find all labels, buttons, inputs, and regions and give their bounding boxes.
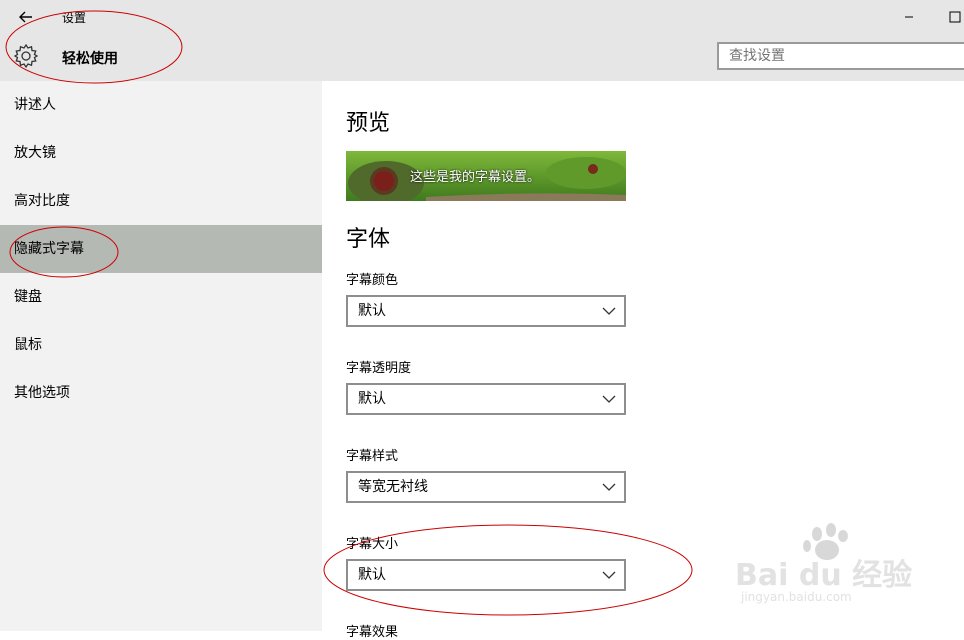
title-bar: 设置 bbox=[0, 0, 964, 34]
sidebar-item-mouse[interactable]: 鼠标 bbox=[0, 321, 322, 369]
chevron-down-icon bbox=[602, 395, 616, 403]
caption-transparency-label: 字幕透明度 bbox=[346, 361, 412, 376]
back-button[interactable] bbox=[14, 6, 38, 28]
caption-transparency-value: 默认 bbox=[358, 391, 386, 407]
minimize-icon bbox=[905, 16, 913, 18]
maximize-button[interactable] bbox=[942, 6, 964, 28]
sidebar-item-narrator[interactable]: 讲述人 bbox=[0, 81, 322, 129]
preview-caption-text: 这些是我的字幕设置。 bbox=[410, 170, 541, 185]
caption-style-label: 字幕样式 bbox=[346, 449, 399, 464]
arrow-left-icon bbox=[19, 11, 32, 23]
preview-heading: 预览 bbox=[346, 111, 391, 136]
sidebar: 讲述人 放大镜 高对比度 隐藏式字幕 键盘 鼠标 其他选项 bbox=[0, 81, 322, 631]
font-heading: 字体 bbox=[346, 227, 391, 252]
page-header: 轻松使用 bbox=[0, 34, 964, 81]
baidu-watermark: Bai du 经验 jingyan.baidu.com bbox=[735, 520, 915, 610]
minimize-button[interactable] bbox=[898, 6, 922, 28]
maximize-icon bbox=[949, 11, 961, 23]
caption-size-value: 默认 bbox=[358, 567, 386, 583]
caption-style-value: 等宽无衬线 bbox=[358, 479, 428, 495]
sidebar-item-other-options[interactable]: 其他选项 bbox=[0, 369, 322, 417]
caption-color-value: 默认 bbox=[358, 303, 386, 319]
chevron-down-icon bbox=[602, 571, 616, 579]
caption-color-label: 字幕颜色 bbox=[346, 273, 399, 288]
caption-size-dropdown[interactable]: 默认 bbox=[346, 559, 626, 591]
sidebar-item-magnifier[interactable]: 放大镜 bbox=[0, 129, 322, 177]
caption-transparency-dropdown[interactable]: 默认 bbox=[346, 383, 626, 415]
sidebar-item-closed-captions[interactable]: 隐藏式字幕 bbox=[0, 225, 322, 273]
watermark-url: jingyan.baidu.com bbox=[741, 590, 852, 604]
search-input[interactable] bbox=[717, 42, 964, 70]
caption-style-dropdown[interactable]: 等宽无衬线 bbox=[346, 471, 626, 503]
caption-color-dropdown[interactable]: 默认 bbox=[346, 295, 626, 327]
window-title: 设置 bbox=[62, 11, 87, 25]
sidebar-item-high-contrast[interactable]: 高对比度 bbox=[0, 177, 322, 225]
caption-preview-image: 这些是我的字幕设置。 bbox=[346, 151, 626, 201]
chevron-down-icon bbox=[602, 483, 616, 491]
chevron-down-icon bbox=[602, 307, 616, 315]
page-title: 轻松使用 bbox=[62, 51, 118, 67]
sidebar-item-keyboard[interactable]: 键盘 bbox=[0, 273, 322, 321]
watermark-brand: Bai du 经验 bbox=[735, 558, 913, 593]
caption-size-label: 字幕大小 bbox=[346, 537, 399, 552]
gear-icon bbox=[12, 42, 40, 70]
